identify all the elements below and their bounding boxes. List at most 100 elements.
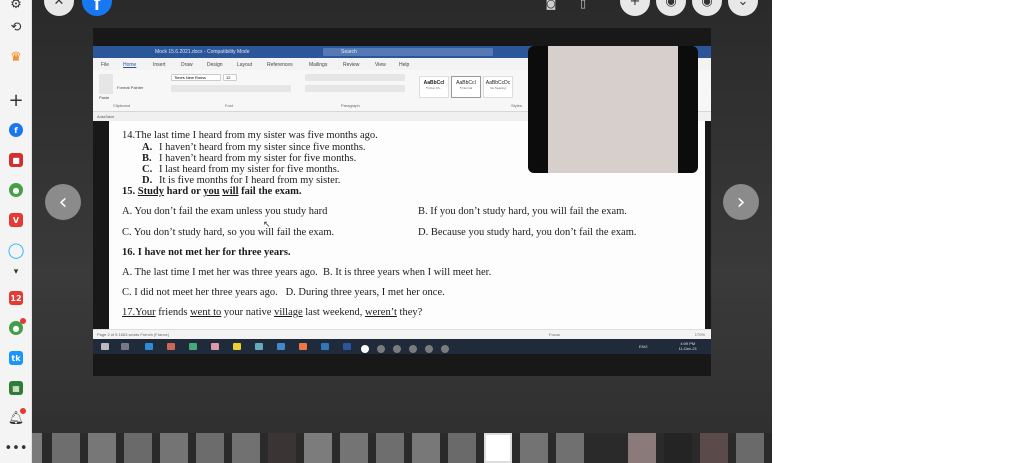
thumbnail[interactable] (340, 433, 368, 463)
q14-d-letter: D. (142, 175, 153, 186)
tab-draw[interactable]: Draw (181, 62, 193, 68)
more-icon[interactable]: ••• (5, 438, 28, 458)
thumbnail[interactable] (196, 433, 224, 463)
q17-text-1: friends (155, 307, 191, 318)
thumbnail[interactable] (664, 433, 692, 463)
mail-icon[interactable] (277, 343, 285, 350)
bell-icon[interactable]: 🔔︎ (6, 408, 26, 428)
app-icon-5[interactable] (321, 343, 329, 350)
paste-icon[interactable] (99, 74, 113, 94)
thumbnail[interactable] (52, 433, 80, 463)
paragraph-list-buttons[interactable] (305, 74, 405, 81)
style-no-spacing[interactable]: AaBbCcDc No Spacing (483, 76, 513, 98)
tab-references[interactable]: References (267, 62, 293, 68)
thumbnail[interactable] (628, 433, 656, 463)
focus-label[interactable]: Focus (549, 332, 560, 337)
thumbnail[interactable] (232, 433, 260, 463)
carousel-dot[interactable] (393, 345, 401, 353)
language-indicator[interactable]: ENG (639, 344, 648, 349)
tab-review[interactable]: Review (343, 62, 359, 68)
app-icon-4[interactable] (255, 343, 263, 350)
carousel-dot-active[interactable] (361, 345, 369, 353)
thumbnail[interactable] (32, 433, 42, 463)
carousel-dot[interactable] (425, 345, 433, 353)
carousel-dot[interactable] (409, 345, 417, 353)
tab-file[interactable]: File (101, 62, 109, 68)
chevron-down-icon[interactable]: ▾ (6, 262, 26, 282)
tab-layout[interactable]: Layout (237, 62, 252, 68)
add-icon[interactable]: + (6, 90, 26, 111)
thumbnail[interactable] (700, 433, 728, 463)
edge-icon[interactable] (145, 343, 153, 350)
sheets-app-icon[interactable]: ▦ (6, 378, 26, 398)
shopping-app-icon[interactable]: 12 (6, 288, 26, 308)
phone-icon[interactable]: ▯ (568, 0, 598, 18)
q17-word-werent: weren’t (365, 307, 397, 318)
folder-icon[interactable] (233, 343, 241, 350)
font-name-box[interactable]: Times New Roma (171, 74, 221, 81)
style-normal[interactable]: AaBbCcI ¶ Normal (451, 76, 481, 98)
tab-design[interactable]: Design (207, 62, 223, 68)
thumbnail[interactable] (160, 433, 188, 463)
camera-icon[interactable]: ◙ (536, 0, 566, 18)
gear-icon[interactable]: ⚙ (6, 0, 26, 14)
thumbnail[interactable] (268, 433, 296, 463)
next-arrow-icon[interactable]: › (723, 184, 759, 220)
thumbnail-selected[interactable] (484, 433, 512, 463)
format-painter-label[interactable]: Format Painter (117, 85, 143, 90)
tiki-app-icon[interactable]: tk (6, 348, 26, 368)
search-box[interactable]: Search (323, 48, 493, 56)
close-icon[interactable]: ✕ (44, 0, 74, 16)
word-taskbar-icon[interactable] (343, 343, 351, 350)
facebook-app-icon[interactable]: f (6, 120, 26, 140)
tab-view[interactable]: View (375, 62, 386, 68)
carousel-dot[interactable] (377, 345, 385, 353)
chrome-icon[interactable] (299, 343, 307, 350)
zoom-level[interactable]: 170% (695, 332, 705, 337)
notification-icon[interactable]: ◉ (692, 0, 722, 16)
search-icon[interactable] (121, 343, 129, 350)
windows-start-icon[interactable] (101, 343, 109, 350)
app-icon-2[interactable] (189, 343, 197, 350)
chevron-down-round-icon[interactable]: ⌄ (728, 0, 758, 16)
crown-icon[interactable]: ♛ (6, 47, 26, 67)
photo-viewer: ✕ f ◙ ▯ + ◉ ◉ ⌄ ‹ › Mock 15.6.2021.docx … (32, 0, 772, 463)
thumbnail[interactable] (736, 433, 764, 463)
thumbnail[interactable] (592, 433, 620, 463)
plus-round-icon[interactable]: + (620, 0, 650, 16)
thumbnail[interactable] (376, 433, 404, 463)
font-size-box[interactable]: 12 (223, 74, 237, 81)
chat-app-icon[interactable]: ● (6, 318, 26, 338)
autosave-label[interactable]: AutoSave (97, 114, 114, 119)
red-app-icon[interactable]: ■ (6, 150, 26, 170)
tab-help[interactable]: Help (399, 62, 409, 68)
carousel-dot[interactable] (441, 345, 449, 353)
q17-text-2: your native (221, 307, 275, 318)
font-format-buttons[interactable] (171, 85, 291, 92)
thumbnail[interactable] (448, 433, 476, 463)
tab-insert[interactable]: Insert (153, 62, 166, 68)
app-icon-1[interactable] (167, 343, 175, 350)
facebook-logo-icon[interactable]: f (82, 0, 112, 16)
paragraph-align-buttons[interactable] (305, 85, 405, 92)
history-icon[interactable]: ⟲ (6, 17, 26, 37)
thumbnail[interactable] (556, 433, 584, 463)
tab-mailings[interactable]: Mailings (309, 62, 327, 68)
green-app-icon[interactable]: ● (6, 180, 26, 200)
thumbnail[interactable] (88, 433, 116, 463)
q15-option-a: A. You don’t fail the exam unless you st… (122, 206, 328, 217)
floating-video-window[interactable] (528, 46, 698, 173)
thumbnail[interactable] (124, 433, 152, 463)
style-char[interactable]: AaBbCcI ¶ Char Ch... (419, 76, 449, 98)
messenger-icon[interactable]: ◉ (656, 0, 686, 16)
app-icon-3[interactable] (211, 343, 219, 350)
thumbnail[interactable] (412, 433, 440, 463)
tab-home[interactable]: Home (123, 62, 136, 68)
q16-stem: 16. I have not met her for three years. (122, 247, 291, 258)
thumbnail[interactable] (520, 433, 548, 463)
thumbnail[interactable] (304, 433, 332, 463)
taskbar-clock[interactable]: 4:09 PM 11-Dec-21 (679, 341, 697, 351)
circle-app-icon[interactable]: ◯ (6, 240, 26, 260)
v-app-icon[interactable]: V (6, 210, 26, 230)
previous-arrow-icon[interactable]: ‹ (45, 184, 81, 220)
